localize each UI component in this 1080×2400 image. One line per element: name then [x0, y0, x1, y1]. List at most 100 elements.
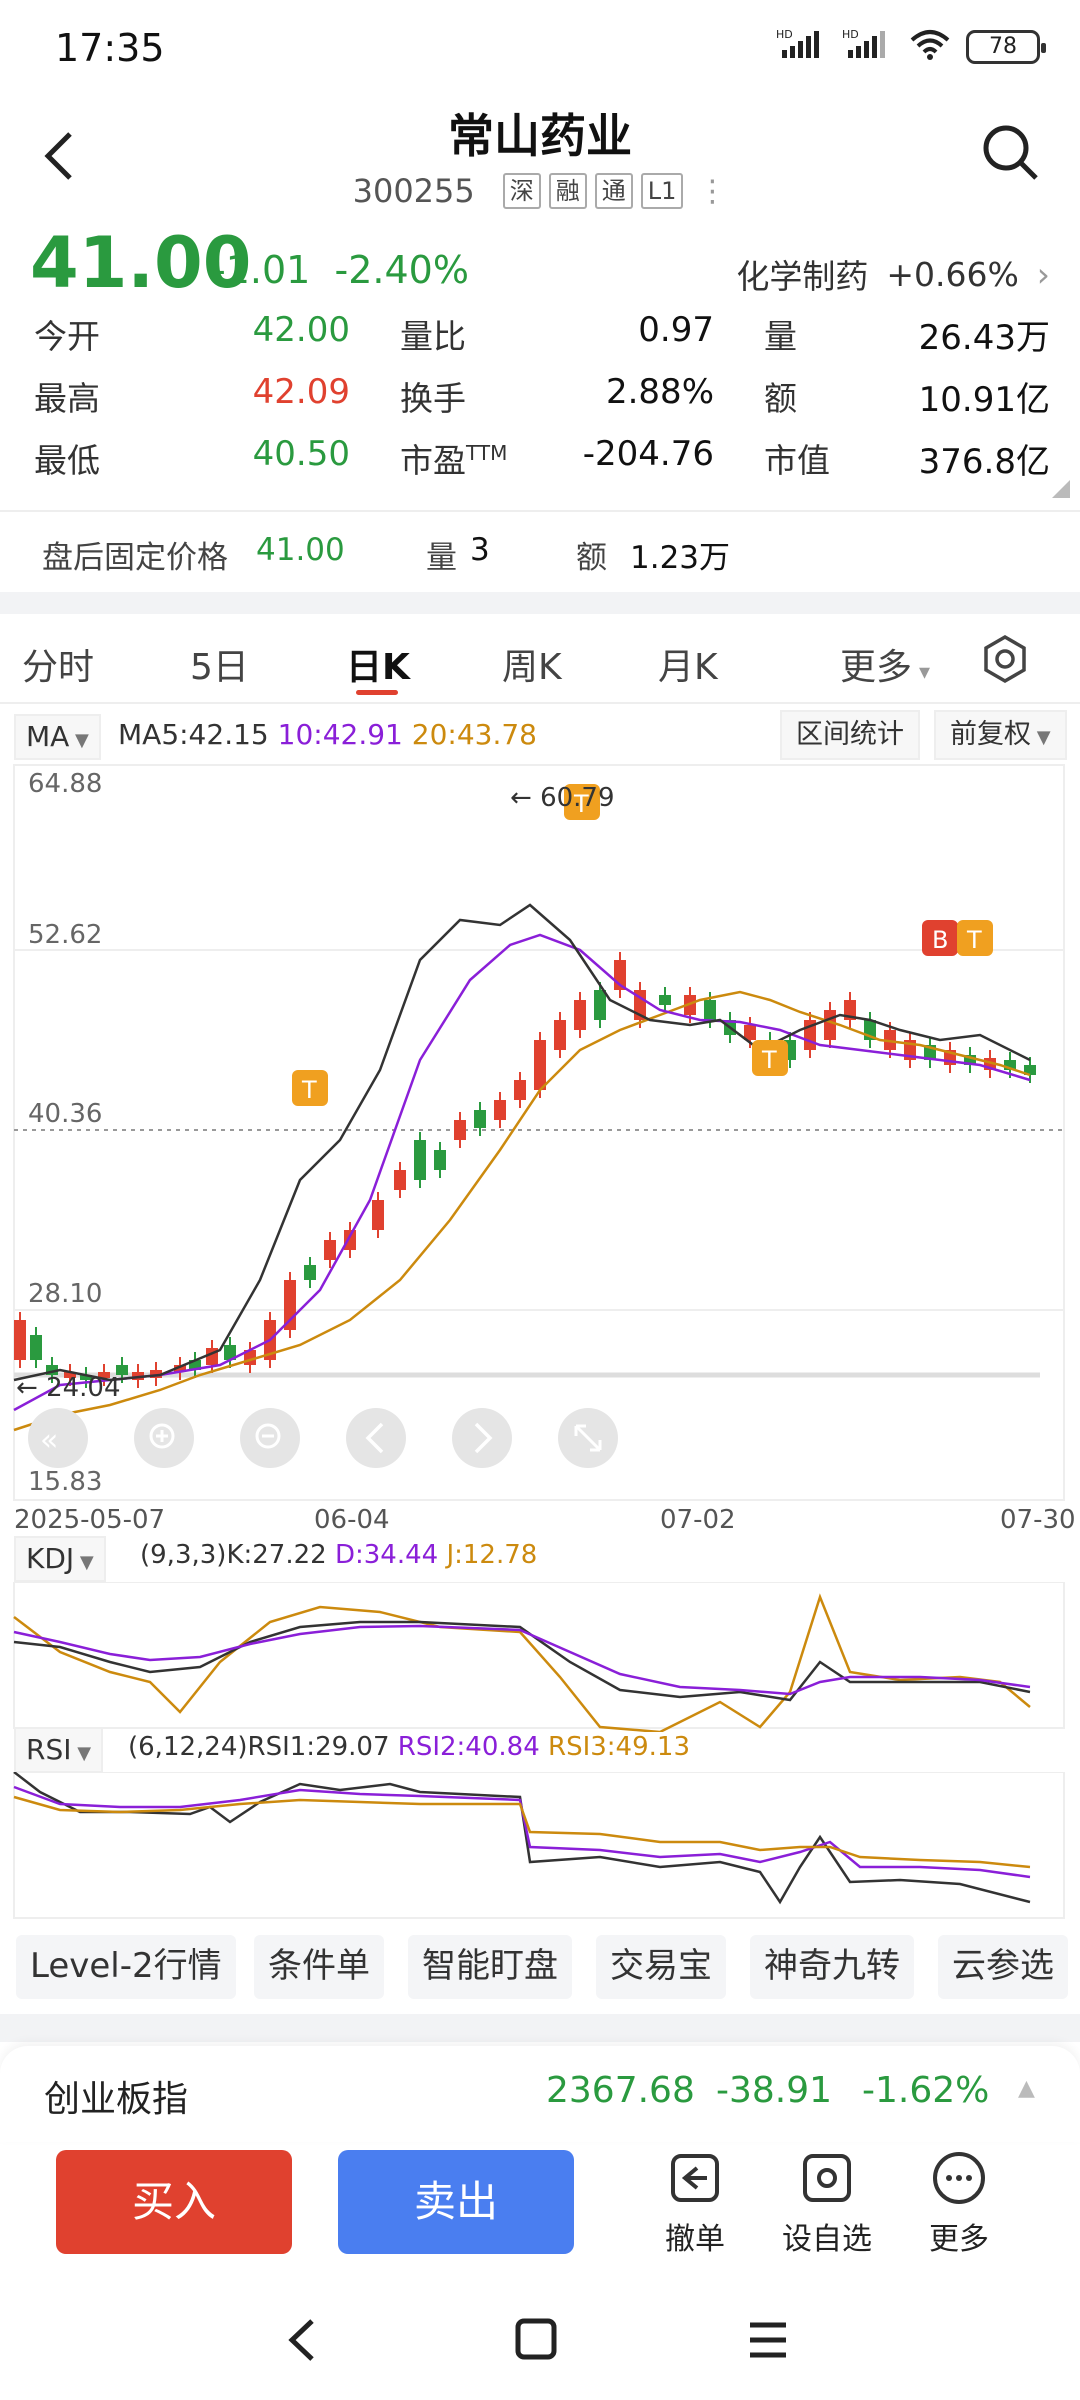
candle: [414, 1140, 426, 1180]
zoom-out-icon[interactable]: [240, 1408, 300, 1468]
candle: [594, 990, 606, 1020]
tool-smart-watch[interactable]: 智能盯盘: [408, 1935, 572, 1999]
stat-value: 40.50: [252, 434, 350, 474]
svg-text:HD: HD: [842, 28, 859, 41]
trade-markers: TTTB T: [292, 784, 993, 1106]
index-pct: -1.62%: [862, 2070, 990, 2111]
rsi-2: RSI2:40.84: [397, 1732, 540, 1762]
buy-button[interactable]: 买入: [56, 2150, 292, 2254]
tab-intraday[interactable]: 分时: [22, 638, 94, 690]
candle: [514, 1080, 526, 1100]
scroll-right-icon[interactable]: [452, 1408, 512, 1468]
sell-button[interactable]: 卖出: [338, 2150, 574, 2254]
y-label: 64.88: [28, 769, 102, 799]
ma10-line: [13, 933, 1031, 1412]
after-hours-row: 盘后固定价格 41.00 量 3 额 1.23万: [0, 510, 1080, 590]
chart-nav-buttons: «: [28, 1408, 618, 1468]
zoom-in-icon[interactable]: [134, 1408, 194, 1468]
stat-label: 今开: [34, 317, 100, 356]
more-dots-icon[interactable]: ⋮: [697, 174, 727, 209]
y-label: 52.62: [28, 920, 102, 950]
stat-label: 市盈TTM: [400, 441, 508, 480]
candle: [744, 1025, 756, 1040]
ma-values: MA5:42.15 10:42.91 20:43.78: [118, 718, 537, 751]
tool-level2[interactable]: Level-2行情: [16, 1935, 236, 1999]
rsi-chart: [13, 1772, 1065, 1919]
stat-value: 10.91亿: [918, 380, 1050, 420]
expand-corner-icon[interactable]: [1050, 478, 1072, 504]
more-button[interactable]: 更多: [904, 2150, 1014, 2258]
rewind-icon[interactable]: «: [28, 1408, 88, 1468]
tool-condition-order[interactable]: 条件单: [254, 1935, 384, 1999]
candle: [324, 1240, 336, 1260]
svg-text:HD: HD: [776, 28, 793, 41]
sector-link[interactable]: 化学制药 +0.66% ›: [736, 250, 1050, 298]
after-hours-amt: 1.23万: [630, 540, 731, 576]
divider: [0, 592, 1080, 614]
candle: [534, 1040, 546, 1090]
kdj-selector[interactable]: KDJ ▼: [14, 1536, 106, 1582]
settings-icon[interactable]: [980, 634, 1030, 688]
candle: [394, 1170, 406, 1190]
stat-label: 额: [764, 379, 797, 418]
caret-up-icon: ▲: [1018, 2076, 1035, 2101]
wifi-icon: [908, 28, 952, 65]
candle: [344, 1230, 356, 1250]
stat-value: 2.88%: [605, 372, 714, 412]
candle: [372, 1200, 384, 1230]
kdj-chart: [13, 1582, 1065, 1732]
after-hours-price: 41.00: [256, 532, 345, 568]
nav-home-icon[interactable]: [514, 2315, 558, 2369]
kdj-k: (9,3,3)K:27.22: [140, 1540, 327, 1570]
stat-value: -204.76: [582, 434, 714, 474]
stat-label: 量: [764, 317, 797, 356]
sector-pct: +0.66%: [886, 254, 1019, 294]
stat-value: 42.09: [252, 372, 350, 412]
trade-marker-label: B: [932, 926, 948, 954]
tab-more[interactable]: 更多 ▾: [840, 638, 930, 690]
nav-back-icon[interactable]: [282, 2315, 322, 2369]
tab-5day[interactable]: 5日: [190, 638, 249, 690]
tab-daily-k[interactable]: 日K: [346, 638, 410, 690]
ma5-line: [13, 903, 1031, 1382]
date-label: 07-30: [1000, 1505, 1076, 1535]
rsi-selector[interactable]: RSI ▼: [14, 1727, 104, 1773]
stat-label: 市值: [764, 441, 830, 480]
stock-detail-screen: { "status": {"time": "17:35", "battery":…: [0, 0, 1080, 2400]
cancel-order-button[interactable]: 撤单: [640, 2150, 750, 2258]
adjust-button[interactable]: 前复权 ▼: [934, 710, 1067, 760]
kdj-j: J:12.78: [446, 1540, 538, 1570]
scroll-left-icon[interactable]: [346, 1408, 406, 1468]
period-tabs: 分时 5日 日K 周K 月K 更多 ▾: [0, 618, 1080, 704]
add-watchlist-button[interactable]: 设自选: [772, 2150, 882, 2258]
change-percent: -2.40%: [334, 248, 469, 292]
tool-cloud-select[interactable]: 云参选: [938, 1935, 1068, 1999]
status-icons: HD HD 78: [776, 28, 1046, 65]
ma20-value: 20:43.78: [411, 718, 537, 751]
search-icon[interactable]: [980, 122, 1040, 186]
fullscreen-icon[interactable]: [558, 1408, 618, 1468]
trade-marker-label: T: [301, 1076, 317, 1104]
y-label: 40.36: [28, 1099, 102, 1129]
nav-menu-icon[interactable]: [746, 2315, 790, 2369]
ma-selector[interactable]: MA ▼: [14, 714, 101, 760]
tab-weekly-k[interactable]: 周K: [502, 638, 562, 690]
date-label: 2025-05-07: [14, 1505, 165, 1535]
tag-shen: 深: [502, 173, 541, 209]
tab-monthly-k[interactable]: 月K: [658, 638, 718, 690]
battery-icon: 78: [966, 29, 1046, 64]
stock-code-row: 300255 深 融 通 L1 ⋮: [0, 172, 1080, 210]
tool-nine-turn[interactable]: 神奇九转: [750, 1935, 914, 1999]
tool-trade-treasure[interactable]: 交易宝: [596, 1935, 726, 1999]
rsi-1: (6,12,24)RSI1:29.07: [128, 1732, 390, 1762]
chevron-right-icon: ›: [1036, 254, 1050, 294]
active-tab-underline: [356, 690, 398, 695]
index-bar[interactable]: 创业板指 2367.68 -38.91 -1.62% ▲: [0, 2046, 1080, 2142]
tag-level: L1: [640, 173, 684, 209]
status-time: 17:35: [55, 26, 165, 70]
range-stats-button[interactable]: 区间统计: [780, 710, 920, 760]
kline-chart[interactable]: 64.88 52.62 40.36 28.10 15.83 TTTB T ← 60…: [0, 760, 1080, 1540]
tag-tong: 通: [594, 173, 633, 209]
tag-rong: 融: [548, 173, 587, 209]
date-label: 06-04: [314, 1505, 390, 1535]
